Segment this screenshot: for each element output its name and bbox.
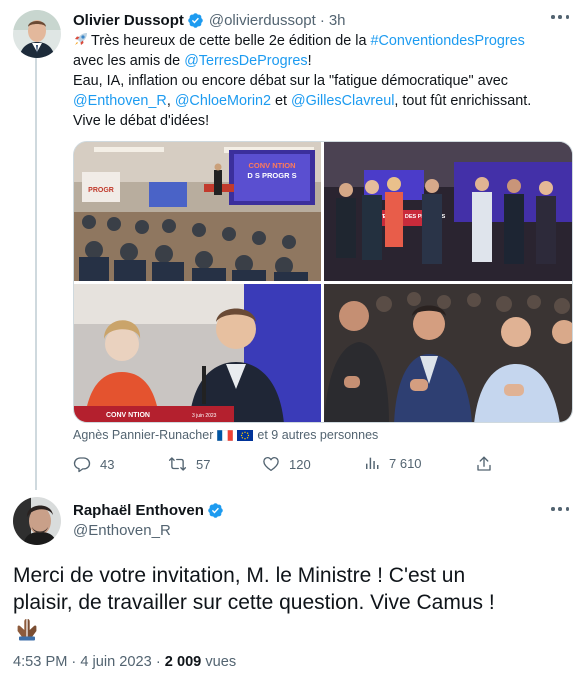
reply-button[interactable]: 43 [73, 455, 114, 473]
more-options-icon[interactable] [551, 504, 569, 514]
reply-text-line-2: plaisir, de travailler sur cette questio… [13, 591, 495, 614]
view-count: 7 610 [389, 455, 422, 471]
share-button[interactable] [475, 455, 493, 473]
action-bar: 43 57 120 7 610 [73, 455, 493, 475]
separator-dot: · [155, 654, 161, 670]
tweet-header: Olivier Dussopt @olivierdussopt · 3h [73, 10, 346, 30]
mention-link-enthoven[interactable]: @Enthoven_R [73, 93, 167, 109]
photo-conference-room[interactable]: CONV NTION D S PROGR S PROGR [74, 142, 321, 281]
banner-left: PROGR [88, 187, 114, 194]
author-avatar-2[interactable] [13, 497, 61, 545]
tagged-people[interactable]: Agnès Pannier-Runacher et 9 autres perso… [73, 428, 378, 442]
tweet-header-2: Raphaël Enthoven [73, 502, 224, 519]
share-icon [477, 456, 491, 471]
author-avatar[interactable] [13, 10, 61, 58]
like-count: 120 [289, 456, 311, 472]
author-name-2[interactable]: Raphaël Enthoven [73, 502, 204, 519]
text-separator: , [166, 93, 175, 109]
eu-flag-icon [237, 429, 254, 441]
hashtag-link[interactable]: #ConventiondesProgres [370, 33, 524, 49]
heart-icon [263, 456, 279, 472]
reply-text-line-1: Merci de votre invitation, M. le Ministr… [13, 564, 466, 587]
mention-link-gillesclavreul[interactable]: @GillesClavreul [291, 93, 394, 109]
views-count: 2 009 [164, 654, 202, 670]
folded-hands-emoji-icon [14, 617, 40, 641]
tweet-text: Très heureux de cette belle 2e édition d… [73, 31, 573, 131]
tweet-text-line-2: avec les amis de [73, 53, 185, 69]
views-button[interactable]: 7 610 [364, 455, 422, 471]
tagged-others[interactable]: et 9 autres personnes [257, 428, 378, 442]
tweet-text-line-5: Vive le débat d'idées! [73, 113, 210, 129]
like-button[interactable]: 120 [262, 455, 311, 473]
photo-audience-applause[interactable] [324, 284, 572, 422]
thread-line [35, 58, 37, 490]
slide-title-1: CONV NTION [248, 161, 295, 170]
tweet-text-line-1: Très heureux de cette belle 2e édition d… [91, 33, 371, 49]
retweet-button[interactable]: 57 [168, 455, 210, 473]
photo-speaker-closeup[interactable]: CONV NTION 3 juin 2023 [74, 284, 321, 422]
podium-text-2: CONV NTION [106, 412, 150, 419]
france-flag-icon [217, 429, 234, 441]
tweet-timestamp[interactable]: 4:53 PM [13, 654, 67, 670]
retweet-icon [168, 457, 187, 471]
reply-count: 43 [100, 456, 115, 472]
text-separator: et [271, 93, 292, 109]
rocket-emoji-icon [73, 31, 89, 47]
retweet-count: 57 [196, 456, 211, 472]
podium-date: 3 juin 2023 [192, 413, 217, 419]
reply-text: Merci de votre invitation, M. le Ministr… [13, 562, 578, 616]
photo-stage-applause[interactable]: CONVENTION DES PROGRÈS [324, 142, 572, 281]
tweet-text-line-3: Eau, IA, inflation ou encore débat sur l… [73, 73, 509, 89]
tweet-text-line-2-end: ! [307, 53, 312, 69]
separator-dot: · [71, 654, 77, 670]
verified-badge-icon [207, 502, 224, 519]
tweet-text-line-4-end: , tout fût enrichissant. [394, 93, 532, 109]
verified-badge-icon [187, 12, 204, 29]
more-options-icon[interactable] [551, 12, 569, 22]
mention-link-terresdeprogres[interactable]: @TerresDeProgres [184, 53, 307, 69]
views-chart-icon [366, 457, 379, 469]
tweet-date[interactable]: 4 juin 2023 [80, 654, 151, 670]
author-handle-2[interactable]: @Enthoven_R [73, 522, 171, 539]
slide-title-2: D S PROGR S [247, 171, 296, 180]
tweet-meta: 4:53 PM · 4 juin 2023 · 2 009 vues [13, 654, 236, 670]
mention-link-chloemorin[interactable]: @ChloeMorin2 [175, 93, 271, 109]
tagged-person-name[interactable]: Agnès Pannier-Runacher [73, 428, 213, 442]
separator-dot: · [319, 11, 325, 29]
tweet-time[interactable]: 3h [329, 12, 346, 29]
author-handle[interactable]: @olivierdussopt [209, 12, 316, 29]
views-label: vues [205, 654, 237, 670]
media-grid: CONV NTION D S PROGR S PROGR CONVENTION … [73, 141, 573, 423]
author-name[interactable]: Olivier Dussopt [73, 12, 184, 29]
reply-icon [73, 457, 91, 473]
